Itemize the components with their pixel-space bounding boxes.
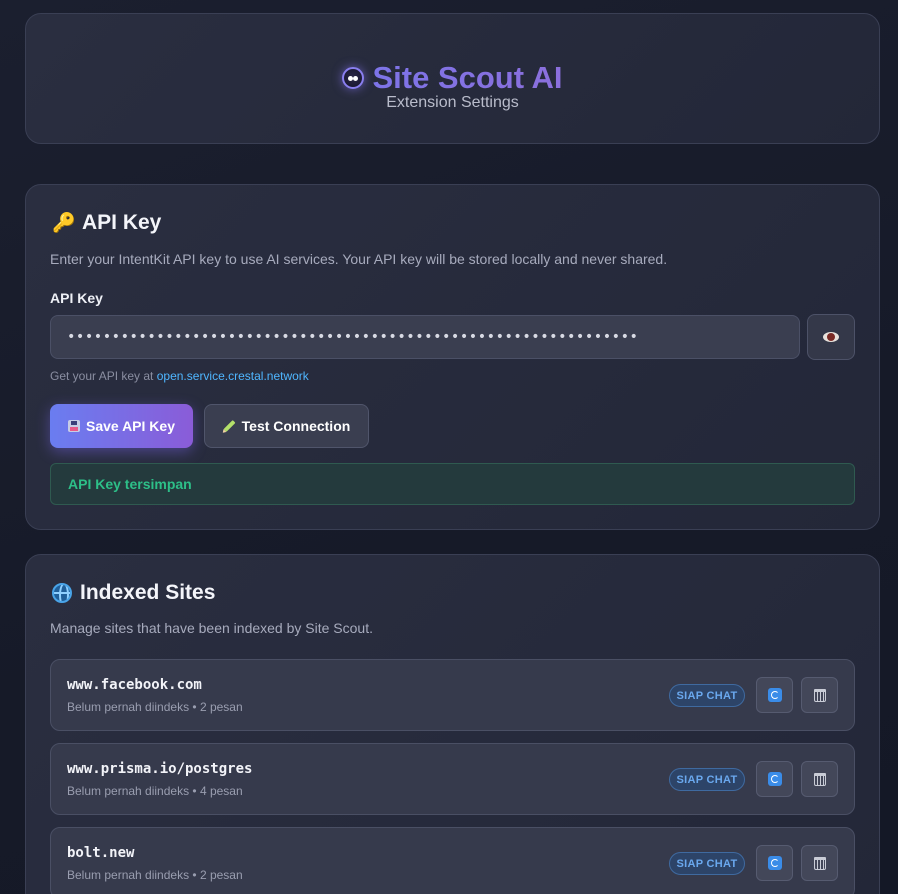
site-name: bolt.new	[67, 845, 135, 861]
api-status-text: API Key tersimpan	[68, 476, 192, 492]
api-key-label: API Key	[50, 290, 103, 306]
toggle-visibility-button[interactable]	[807, 314, 855, 360]
sites-section-title: Indexed Sites	[52, 581, 215, 605]
api-section-description: Enter your IntentKit API key to use AI s…	[50, 251, 668, 267]
trash-icon	[813, 772, 826, 786]
site-row: www.prisma.io/postgres Belum pernah diin…	[50, 743, 855, 815]
globe-icon	[52, 583, 72, 603]
api-section-title: 🔑 API Key	[52, 211, 161, 235]
reindex-button[interactable]	[756, 845, 793, 881]
pencil-icon	[223, 419, 236, 433]
status-badge: SIAP CHAT	[669, 852, 745, 875]
test-connection-button[interactable]: Test Connection	[204, 404, 369, 448]
sites-section-title-text: Indexed Sites	[80, 581, 216, 604]
sites-section-description: Manage sites that have been indexed by S…	[50, 620, 373, 636]
floppy-disk-icon	[68, 420, 80, 432]
status-badge: SIAP CHAT	[669, 684, 745, 707]
site-meta: Belum pernah diindeks • 2 pesan	[67, 700, 243, 714]
api-key-input[interactable]	[50, 315, 800, 359]
api-key-hint: Get your API key at open.service.crestal…	[50, 369, 309, 383]
test-connection-label: Test Connection	[241, 418, 351, 434]
api-status-message: API Key tersimpan	[50, 463, 855, 505]
trash-icon	[813, 688, 826, 702]
site-name: www.prisma.io/postgres	[67, 761, 253, 777]
site-row: bolt.new Belum pernah diindeks • 2 pesan…	[50, 827, 855, 894]
api-key-link[interactable]: open.service.crestal.network	[157, 369, 309, 383]
robot-face-icon	[342, 67, 365, 89]
header-title-row: Site Scout AI	[26, 60, 879, 96]
refresh-icon	[767, 772, 782, 786]
reindex-button[interactable]	[756, 677, 793, 713]
save-api-key-label: Save API Key	[86, 418, 175, 434]
refresh-icon	[767, 856, 782, 870]
site-meta: Belum pernah diindeks • 2 pesan	[67, 868, 243, 882]
header-card: Site Scout AI Extension Settings	[25, 13, 880, 144]
key-icon: 🔑	[52, 213, 76, 234]
api-key-card: 🔑 API Key Enter your IntentKit API key t…	[25, 184, 880, 530]
refresh-icon	[767, 688, 782, 702]
site-meta: Belum pernah diindeks • 4 pesan	[67, 784, 243, 798]
hint-prefix: Get your API key at	[50, 369, 154, 383]
app-subtitle: Extension Settings	[386, 94, 519, 111]
status-badge: SIAP CHAT	[669, 768, 745, 791]
indexed-sites-card: Indexed Sites Manage sites that have bee…	[25, 554, 880, 894]
delete-site-button[interactable]	[801, 761, 838, 797]
app-title: Site Scout AI	[372, 60, 563, 95]
delete-site-button[interactable]	[801, 845, 838, 881]
save-api-key-button[interactable]: Save API Key	[50, 404, 193, 448]
site-name: www.facebook.com	[67, 677, 202, 693]
delete-site-button[interactable]	[801, 677, 838, 713]
api-section-title-text: API Key	[82, 211, 162, 234]
trash-icon	[813, 856, 826, 870]
eye-icon	[823, 332, 839, 342]
site-row: www.facebook.com Belum pernah diindeks •…	[50, 659, 855, 731]
reindex-button[interactable]	[756, 761, 793, 797]
